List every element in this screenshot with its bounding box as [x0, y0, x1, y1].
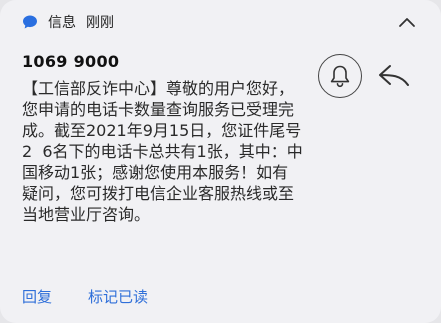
- timestamp: 刚刚: [86, 15, 114, 31]
- collapse-button[interactable]: [395, 10, 419, 34]
- bell-icon: [330, 65, 350, 88]
- message-bubble-icon: [23, 15, 37, 29]
- sender-number: 1069 9000: [22, 52, 120, 71]
- reply-button[interactable]: 回复: [22, 286, 52, 307]
- notification-actions: 回复 标记已读: [22, 286, 148, 307]
- message-body: 【工信部反诈中心】尊敬的用户您好，您申请的电话卡数量查询服务已受理完成。截至20…: [22, 79, 303, 224]
- notification-header: 信息 刚刚: [22, 12, 114, 32]
- chevron-up-icon: [399, 18, 415, 27]
- reply-icon-button[interactable]: [374, 58, 414, 94]
- mark-read-button[interactable]: 标记已读: [88, 286, 148, 307]
- reply-arrow-icon: [379, 65, 409, 86]
- app-name: 信息: [48, 15, 76, 31]
- sms-notification-card[interactable]: 信息 刚刚 1069 9000 【工信部反诈中心】尊敬的用户您好，您申请的电话卡…: [0, 0, 441, 323]
- bell-button[interactable]: [318, 54, 362, 98]
